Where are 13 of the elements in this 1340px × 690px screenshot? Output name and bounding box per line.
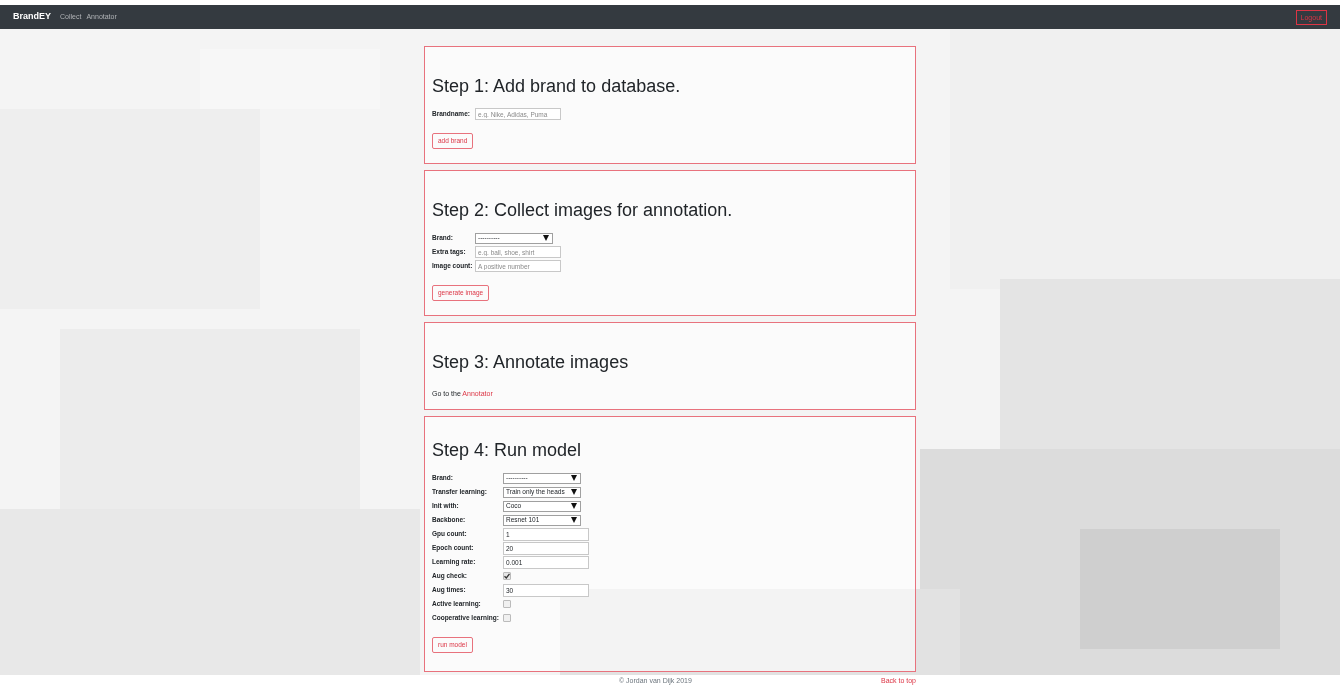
checkbox[interactable] bbox=[503, 600, 511, 608]
caret-icon bbox=[571, 489, 577, 495]
brand-link[interactable]: BrandEY bbox=[13, 10, 51, 24]
caret-icon bbox=[571, 475, 577, 481]
checkbox[interactable] bbox=[503, 572, 511, 580]
caret-icon bbox=[543, 235, 549, 241]
caret-icon bbox=[571, 517, 577, 523]
step-title: Step 2: Collect images for annotation. bbox=[432, 199, 734, 221]
step-title: Step 3: Annotate images bbox=[432, 351, 630, 373]
step-title: Step 4: Run model bbox=[432, 439, 583, 461]
caret-icon bbox=[571, 503, 577, 509]
checkbox[interactable] bbox=[503, 614, 511, 622]
step-title: Step 1: Add brand to database. bbox=[432, 75, 682, 97]
